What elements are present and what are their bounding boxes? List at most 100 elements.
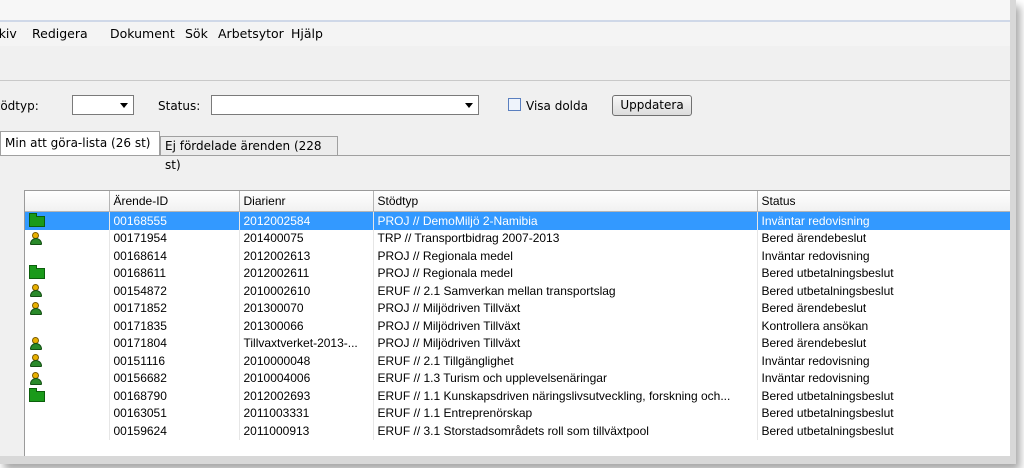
cell-arende-id: 00151116 — [109, 352, 240, 370]
status-label: Status: — [158, 99, 201, 113]
menu-hjalp[interactable]: Hjälp — [291, 26, 323, 41]
column-header-arende-id[interactable]: Ärende-ID — [109, 191, 240, 212]
table-row[interactable]: 00156682 2010004006 ERUF // 1.3 Turism och… — [25, 369, 1010, 387]
menu-dokument[interactable]: Dokument — [110, 26, 175, 41]
row-icon-cell — [25, 317, 110, 335]
table-row[interactable]: 00154872 2010002610 ERUF // 2.1 Samverkan … — [25, 282, 1010, 300]
table-row[interactable]: 00168790 2012002693 ERUF // 1.1 Kunskapsdr… — [25, 387, 1010, 405]
visa-dolda-checkbox[interactable] — [508, 98, 521, 111]
cell-stodtyp: ERUF // 1.1 Kunskapsdriven näringslivsut… — [373, 387, 758, 405]
person-icon — [29, 231, 43, 246]
filter-bar — [0, 82, 1010, 130]
row-icon-cell — [25, 299, 110, 317]
table-row[interactable]: 00168555 2012002584 PROJ // DemoMiljö 2-Na… — [25, 211, 1010, 230]
header-row: Ärende-ID Diarienr Stödtyp Status — [25, 191, 1010, 212]
cell-status: Bered utbetalningsbeslut — [757, 387, 1010, 405]
tab-min-att-gora[interactable]: Min att göra-lista (26 st) — [0, 131, 160, 155]
cell-stodtyp: ERUF // 2.1 Samverkan mellan transportsl… — [373, 282, 758, 300]
table-row[interactable]: 00171835 201300066 PROJ // Miljödriven Til… — [25, 317, 1010, 335]
cell-diarienr: 201300066 — [239, 317, 374, 335]
cell-stodtyp: PROJ // Miljödriven Tillväxt — [373, 317, 758, 335]
cell-arende-id: 00168555 — [109, 211, 240, 230]
cell-diarienr: 2010002610 — [239, 282, 374, 300]
folder-icon — [29, 387, 45, 402]
table-row[interactable]: 00168611 2012002611 PROJ // Regionala mede… — [25, 264, 1010, 282]
tab-label: Min att göra-lista (26 st) — [5, 136, 151, 150]
menu-redigera[interactable]: Redigera — [32, 26, 88, 41]
table-row[interactable]: 00171852 201300070 PROJ // Miljödriven Til… — [25, 299, 1010, 317]
cell-stodtyp: ERUF // 1.1 Entreprenörskap — [373, 404, 758, 422]
status-select[interactable] — [211, 95, 479, 115]
person-icon — [29, 371, 43, 386]
cell-stodtyp: ERUF // 3.1 Storstadsområdets roll som t… — [373, 422, 758, 440]
cell-diarienr: 2012002693 — [239, 387, 374, 405]
stodtyp-label: Stödtyp: — [0, 99, 39, 113]
cell-arende-id: 00171835 — [109, 317, 240, 335]
table-row[interactable]: 00151116 2010000048 ERUF // 2.1 Tillgängli… — [25, 352, 1010, 370]
cell-status: Kontrollera ansökan — [757, 317, 1010, 335]
cell-stodtyp: ERUF // 1.3 Turism och upplevelsenäringa… — [373, 369, 758, 387]
cell-stodtyp: TRP // Transportbidrag 2007-2013 — [373, 229, 758, 247]
row-icon-cell — [25, 334, 110, 352]
row-icon-cell — [25, 387, 110, 405]
update-button[interactable]: Uppdatera — [612, 95, 692, 116]
application-window: Arkiv Redigera Dokument Sök Arbetsytor H… — [0, 0, 1016, 464]
row-icon-cell — [25, 211, 110, 230]
cell-arende-id: 00154872 — [109, 282, 240, 300]
cell-status: Inväntar redovisning — [757, 247, 1010, 265]
cell-arende-id: 00168614 — [109, 247, 240, 265]
column-header-status[interactable]: Status — [757, 191, 1010, 212]
cell-diarienr: 2012002584 — [239, 211, 374, 230]
chevron-down-icon — [120, 103, 128, 108]
toolbar — [0, 46, 1010, 81]
table-row[interactable]: 00159624 2011000913 ERUF // 3.1 Storstadso… — [25, 422, 1010, 440]
table-row[interactable]: 00171954 201400075 TRP // Transportbidrag … — [25, 229, 1010, 247]
cell-diarienr: 201300070 — [239, 299, 374, 317]
cell-stodtyp: PROJ // Regionala medel — [373, 264, 758, 282]
column-header-stodtyp[interactable]: Stödtyp — [373, 191, 758, 212]
cell-diarienr: 2012002611 — [239, 264, 374, 282]
cell-status: Bered ärendebeslut — [757, 229, 1010, 247]
cell-status: Bered utbetalningsbeslut — [757, 404, 1010, 422]
column-header-icon[interactable] — [25, 191, 110, 212]
menu-sok[interactable]: Sök — [185, 26, 208, 41]
cell-status: Bered ärendebeslut — [757, 299, 1010, 317]
table-row[interactable]: 00171804 Tillvaxtverket-2013-... PROJ // M… — [25, 334, 1010, 352]
cell-status: Bered utbetalningsbeslut — [757, 282, 1010, 300]
folder-icon — [29, 212, 45, 227]
cell-stodtyp: PROJ // Miljödriven Tillväxt — [373, 334, 758, 352]
row-icon-cell — [25, 422, 110, 440]
tab-ej-fordelade[interactable]: Ej fördelade ärenden (228 st) — [160, 136, 338, 172]
cell-stodtyp: PROJ // Miljödriven Tillväxt — [373, 299, 758, 317]
cell-diarienr: 2010000048 — [239, 352, 374, 370]
table-row[interactable]: 00168614 2012002613 PROJ // Regionala mede… — [25, 247, 1010, 265]
cell-diarienr: 2012002613 — [239, 247, 374, 265]
row-icon-cell — [25, 404, 110, 422]
cell-arende-id: 00171954 — [109, 229, 240, 247]
cell-diarienr: Tillvaxtverket-2013-... — [239, 334, 374, 352]
table-row[interactable]: 00163051 2011003331 ERUF // 1.1 Entreprenö… — [25, 404, 1010, 422]
cell-arende-id: 00156682 — [109, 369, 240, 387]
cell-status: Inväntar redovisning — [757, 369, 1010, 387]
chevron-down-icon — [465, 103, 473, 108]
menu-arbetsytor[interactable]: Arbetsytor — [218, 26, 284, 41]
folder-icon — [29, 265, 45, 280]
cell-diarienr: 2011003331 — [239, 404, 374, 422]
cell-arende-id: 00168611 — [109, 264, 240, 282]
cases-grid: Ärende-ID Diarienr Stödtyp Status 001685… — [24, 190, 1010, 456]
cell-status: Bered ärendebeslut — [757, 334, 1010, 352]
cell-stodtyp: PROJ // Regionala medel — [373, 247, 758, 265]
cell-arende-id: 00171852 — [109, 299, 240, 317]
person-icon — [29, 354, 43, 368]
cell-stodtyp: PROJ // DemoMiljö 2-Namibia — [373, 211, 758, 230]
cell-arende-id: 00163051 — [109, 404, 240, 422]
column-header-diarienr[interactable]: Diarienr — [239, 191, 374, 212]
cell-arende-id: 00171804 — [109, 334, 240, 352]
menu-bar: Arkiv Redigera Dokument Sök Arbetsytor H… — [0, 22, 1010, 46]
cell-status: Inväntar redovisning — [757, 352, 1010, 370]
row-icon-cell — [25, 229, 110, 247]
stodtyp-select[interactable] — [72, 95, 134, 115]
menu-arkiv[interactable]: Arkiv — [0, 26, 17, 41]
row-icon-cell — [25, 352, 110, 370]
person-icon — [29, 284, 43, 298]
